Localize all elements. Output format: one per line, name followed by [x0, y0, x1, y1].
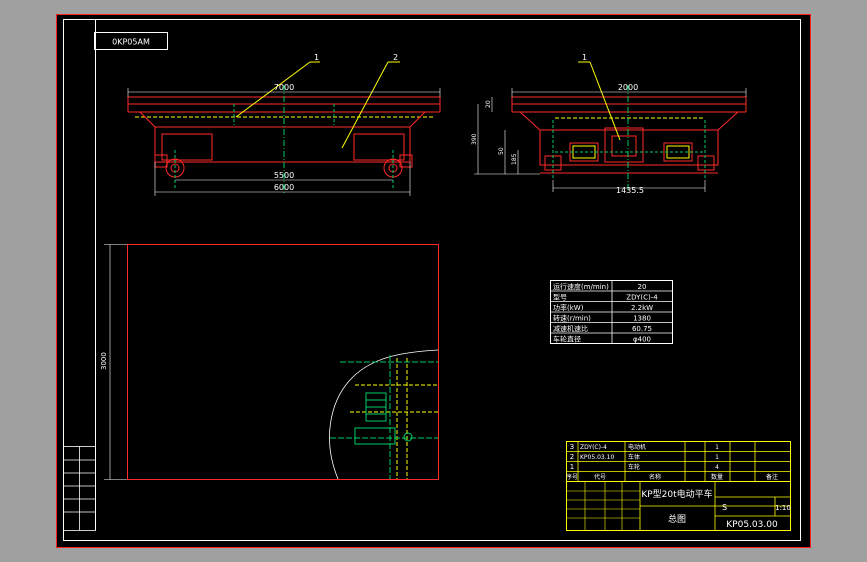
- drawing-title: KP型20t电动平车: [641, 488, 712, 500]
- drawing-scale: 1:10: [775, 504, 791, 512]
- dim-side-left-d: 185: [511, 153, 518, 165]
- part-no-0: 3: [570, 443, 574, 451]
- part-name-0: 电动机: [628, 443, 646, 451]
- part-code-1: KP05.03.10: [580, 454, 614, 461]
- balloon-1-side: 1: [582, 53, 587, 62]
- dim-front-bottom: 6000: [274, 183, 294, 192]
- drawing-view-name: 总图: [668, 513, 686, 525]
- dim-side-left-b: 390: [471, 133, 478, 145]
- dim-side-top: 2000: [618, 83, 638, 92]
- spec-value-4: 60.75: [632, 325, 652, 333]
- part-header-no: 序号: [566, 473, 578, 481]
- spec-label-4: 减速机速比: [553, 324, 588, 333]
- spec-label-0: 运行速度(m/min): [553, 282, 609, 291]
- spec-value-3: 1380: [633, 315, 651, 323]
- dim-front-top: 7000: [274, 83, 294, 92]
- drawing-sheet-mark: S: [722, 503, 727, 512]
- part-qty-0: 1: [715, 444, 719, 451]
- balloon-2-front: 2: [393, 53, 398, 62]
- part-no-1: 2: [570, 453, 574, 461]
- part-qty-1: 1: [715, 454, 719, 461]
- part-name-2: 车轮: [628, 463, 640, 471]
- spec-label-5: 车轮直径: [553, 335, 581, 344]
- part-header-name: 名称: [649, 473, 661, 481]
- spec-label-1: 型号: [553, 293, 567, 302]
- part-header-remark: 备注: [766, 473, 778, 481]
- part-qty-2: 4: [715, 464, 719, 471]
- dim-front-inner: 5500: [274, 171, 294, 180]
- spec-value-1: ZDY(C)-4: [626, 294, 658, 302]
- part-code-0: ZDY(C)-4: [580, 444, 607, 451]
- dim-side-bottom: 1435.5: [616, 186, 644, 195]
- dim-side-left-c: 50: [498, 147, 505, 155]
- cad-drawing-canvas: 0KP05AM 1 2 7000 5500 6000 1 2000 1435.5…: [56, 14, 811, 548]
- spec-value-0: 20: [638, 283, 647, 291]
- spec-label-3: 转速(r/min): [553, 314, 591, 323]
- balloon-1-front: 1: [314, 53, 319, 62]
- part-no-2: 1: [570, 463, 574, 471]
- part-header-qty: 数量: [711, 473, 723, 481]
- spec-value-5: φ400: [633, 336, 651, 344]
- spec-label-2: 功率(kW): [553, 303, 584, 312]
- drawing-code: 0KP05AM: [112, 38, 150, 47]
- dim-side-left-a: 20: [485, 100, 492, 108]
- dim-detail-left: 3000: [100, 352, 108, 370]
- part-name-1: 车体: [628, 453, 640, 461]
- spec-value-2: 2.2kW: [631, 304, 653, 312]
- part-header-code: 代号: [594, 473, 606, 481]
- drawing-sheet: [56, 14, 811, 548]
- drawing-number: KP05.03.00: [726, 520, 778, 530]
